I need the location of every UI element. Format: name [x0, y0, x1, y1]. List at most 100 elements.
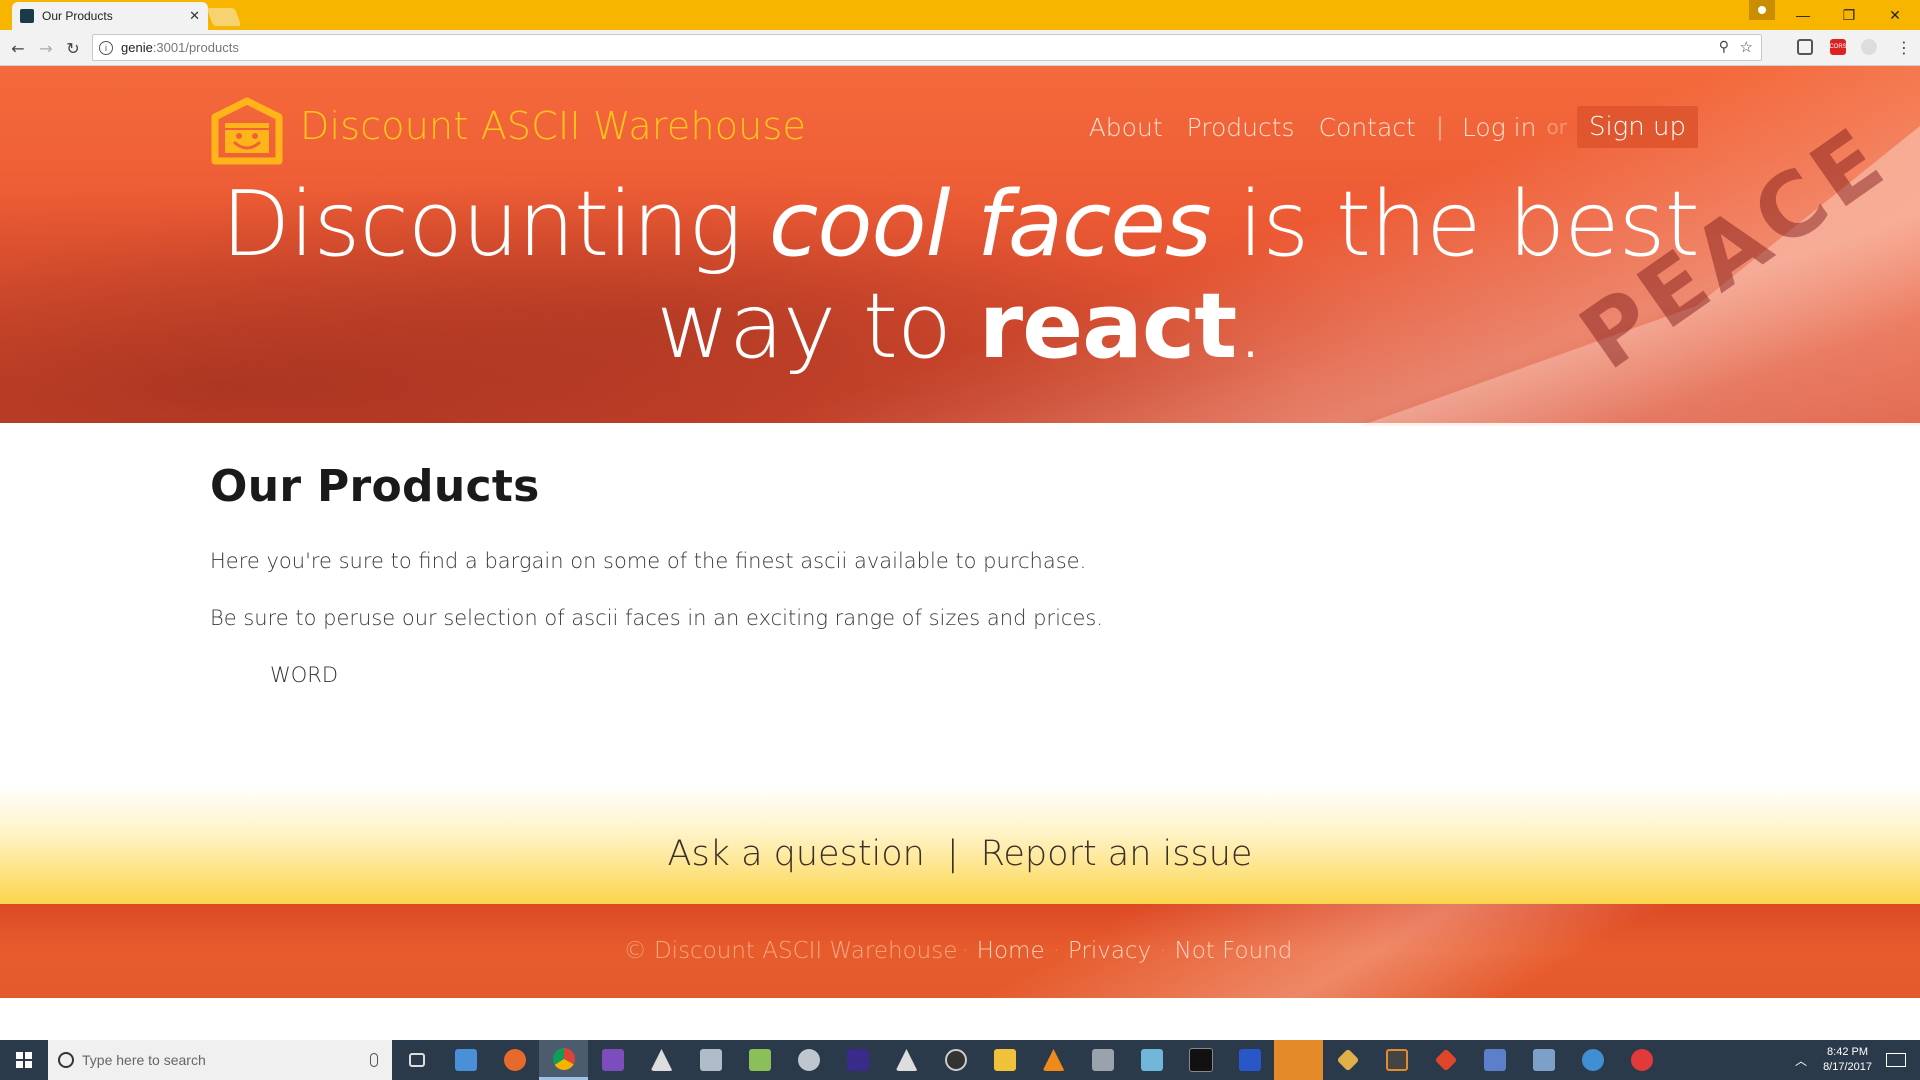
- start-button[interactable]: [0, 1040, 48, 1080]
- clock[interactable]: 8:42 PM 8/17/2017: [1823, 1045, 1872, 1075]
- unity-icon[interactable]: [882, 1040, 931, 1080]
- tab-close-icon[interactable]: ✕: [189, 8, 200, 24]
- hero-text: way to: [656, 274, 979, 379]
- app-icon[interactable]: [1470, 1040, 1519, 1080]
- app-icon[interactable]: [1274, 1040, 1323, 1080]
- signup-button[interactable]: Sign up: [1576, 106, 1698, 148]
- footer-copyright: © Discount ASCII Warehouse: [623, 938, 958, 964]
- url-path: :3001/products: [152, 40, 239, 55]
- firefox-icon[interactable]: [490, 1040, 539, 1080]
- report-issue-link[interactable]: Report an issue: [981, 834, 1253, 874]
- login-link[interactable]: Log in: [1462, 113, 1537, 142]
- minimize-button[interactable]: —: [1780, 0, 1826, 30]
- system-tray: ︿ 8:42 PM 8/17/2017: [1795, 1040, 1920, 1080]
- hero-text-emphasis: cool faces: [768, 172, 1212, 277]
- taskbar-search-placeholder: Type here to search: [82, 1052, 206, 1068]
- unity-icon[interactable]: [637, 1040, 686, 1080]
- tray-chevron-icon[interactable]: ︿: [1795, 1052, 1807, 1069]
- taskbar-search[interactable]: Type here to search: [48, 1040, 392, 1080]
- windows-taskbar: Type here to search ︿ 8:42 PM 8/17/2017: [0, 1040, 1920, 1080]
- browser-menu-icon[interactable]: ⋮: [1896, 38, 1912, 57]
- terminal-icon[interactable]: [1176, 1040, 1225, 1080]
- hero-headline: Discounting cool faces is the best way t…: [0, 174, 1920, 378]
- dotpeek-icon[interactable]: [833, 1040, 882, 1080]
- nav-products[interactable]: Products: [1187, 113, 1295, 142]
- hero-text: .: [1236, 274, 1265, 379]
- site-footer: © Discount ASCII Warehouse · Home · Priv…: [0, 904, 1920, 998]
- intro-paragraph: Be sure to peruse our selection of ascii…: [210, 606, 1103, 630]
- site-info-icon[interactable]: i: [99, 40, 113, 55]
- cortana-icon: [58, 1052, 74, 1068]
- react-favicon-icon: [20, 9, 34, 23]
- tab-title: Our Products: [42, 9, 113, 23]
- microphone-icon[interactable]: [370, 1053, 378, 1067]
- extension-icon[interactable]: [1861, 39, 1877, 55]
- clock-time: 8:42 PM: [1827, 1046, 1869, 1058]
- action-center-icon[interactable]: [1886, 1053, 1906, 1067]
- app-icon[interactable]: [686, 1040, 735, 1080]
- nav-about[interactable]: About: [1089, 113, 1163, 142]
- nav-separator: |: [1435, 113, 1444, 141]
- footer-dot: ·: [1159, 938, 1167, 964]
- store-icon[interactable]: [441, 1040, 490, 1080]
- app-icon[interactable]: [784, 1040, 833, 1080]
- zoom-icon[interactable]: ⚲: [1719, 39, 1729, 55]
- extension-icon[interactable]: [1797, 39, 1813, 55]
- vlc-icon[interactable]: [1029, 1040, 1078, 1080]
- browser-tab[interactable]: Our Products ✕: [12, 2, 208, 30]
- url-host: genie: [121, 40, 153, 55]
- ask-question-link[interactable]: Ask a question: [668, 834, 925, 874]
- obs-icon[interactable]: [931, 1040, 980, 1080]
- network-icon[interactable]: [1519, 1040, 1568, 1080]
- file-explorer-icon[interactable]: [980, 1040, 1029, 1080]
- taskbar-apps: [392, 1040, 1666, 1080]
- footer-dot: ·: [961, 938, 969, 964]
- browser-toolbar: ← → ↻ i genie:3001/products ⚲ ☆ CORS ⋮: [0, 30, 1920, 66]
- nav-or: or: [1546, 115, 1567, 139]
- browser-titlebar: Our Products ✕ — ❐ ✕: [0, 0, 1920, 30]
- hero-text: Discounting: [221, 172, 769, 277]
- footer-dot: ·: [1052, 938, 1060, 964]
- forward-arrow-icon[interactable]: →: [36, 38, 56, 58]
- nav-contact[interactable]: Contact: [1319, 113, 1416, 142]
- windows-logo-icon: [16, 1052, 32, 1068]
- footer-divider: |: [946, 834, 959, 874]
- app-icon[interactable]: [1127, 1040, 1176, 1080]
- hero-banner: PEACE Discount ASCII Warehouse About Pro…: [0, 66, 1920, 426]
- app-icon[interactable]: [1323, 1040, 1372, 1080]
- profile-icon[interactable]: [1749, 0, 1775, 20]
- app-icon[interactable]: [1078, 1040, 1127, 1080]
- help-footer: Ask a question | Report an issue: [0, 786, 1920, 904]
- warehouse-logo-icon[interactable]: [209, 95, 285, 167]
- restore-button[interactable]: ❐: [1826, 0, 1872, 30]
- web-page: PEACE Discount ASCII Warehouse About Pro…: [0, 66, 1920, 1040]
- app-icon[interactable]: [1225, 1040, 1274, 1080]
- git-icon[interactable]: [1421, 1040, 1470, 1080]
- product-list-item: WORD: [270, 663, 339, 687]
- hero-text-strong: react: [978, 274, 1238, 379]
- hero-text: is the best: [1210, 172, 1700, 277]
- reload-icon[interactable]: ↻: [63, 38, 83, 58]
- intro-paragraph: Here you're sure to find a bargain on so…: [210, 549, 1087, 573]
- close-app-icon[interactable]: [1617, 1040, 1666, 1080]
- bookmark-star-icon[interactable]: ☆: [1740, 38, 1753, 56]
- sublime-icon[interactable]: [1372, 1040, 1421, 1080]
- top-navigation: About Products Contact | Log in or Sign …: [1065, 106, 1698, 148]
- footer-link-privacy[interactable]: Privacy: [1068, 938, 1151, 964]
- chrome-icon[interactable]: [539, 1040, 588, 1080]
- close-window-button[interactable]: ✕: [1872, 0, 1918, 30]
- task-view-icon[interactable]: [392, 1040, 441, 1080]
- cors-extension-icon[interactable]: CORS: [1829, 39, 1847, 55]
- footer-link-not-found[interactable]: Not Found: [1175, 938, 1293, 964]
- site-brand[interactable]: Discount ASCII Warehouse: [300, 104, 806, 148]
- footer-link-home[interactable]: Home: [977, 938, 1045, 964]
- main-content: Our Products Here you're sure to find a …: [210, 461, 1710, 687]
- visual-studio-icon[interactable]: [588, 1040, 637, 1080]
- notepad-icon[interactable]: [735, 1040, 784, 1080]
- address-bar[interactable]: i genie:3001/products ⚲ ☆: [92, 34, 1762, 61]
- page-title: Our Products: [210, 461, 540, 512]
- new-tab-button[interactable]: [206, 8, 242, 26]
- clock-date: 8/17/2017: [1823, 1061, 1872, 1073]
- back-arrow-icon[interactable]: ←: [8, 38, 28, 58]
- app-icon[interactable]: [1568, 1040, 1617, 1080]
